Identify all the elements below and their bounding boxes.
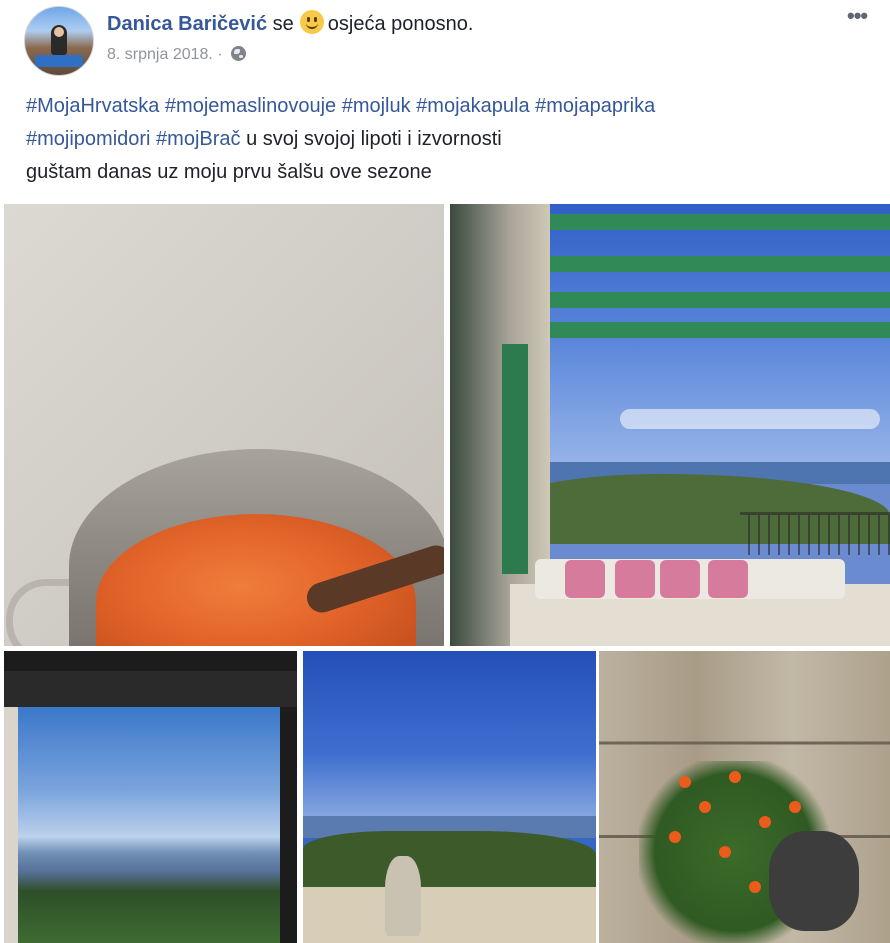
- feeling-prefix: se: [272, 13, 294, 35]
- photo-terrace[interactable]: [450, 204, 890, 646]
- author-name-link[interactable]: Danica Baričević: [107, 13, 267, 35]
- avatar-badge: [35, 55, 83, 67]
- hashtags-line-1[interactable]: #MojaHrvatska #mojemaslinovouje #mojluk …: [26, 95, 655, 117]
- photo-sky-stone[interactable]: [303, 651, 596, 943]
- post-meta: 8. srpnja 2018. ·: [107, 45, 247, 65]
- post-text-line-3: guštam danas uz moju prvu šalšu ove sezo…: [26, 161, 432, 183]
- meta-separator: ·: [217, 46, 223, 63]
- post-text-line-2: u svoj svojoj lipoti i izvornosti: [240, 128, 502, 150]
- photo-soup-pot[interactable]: [4, 204, 444, 646]
- post-title-line: Danica Baričević se osjeća ponosno.: [107, 10, 473, 36]
- feeling-text: osjeća ponosno.: [327, 13, 474, 35]
- avatar-face: [54, 27, 64, 37]
- photo-flowers[interactable]: [599, 651, 890, 943]
- post-header: Danica Baričević se osjeća ponosno. 8. sr…: [0, 0, 890, 80]
- globe-icon[interactable]: [231, 46, 247, 61]
- author-avatar[interactable]: [24, 6, 94, 76]
- more-options-icon[interactable]: •••: [847, 5, 868, 27]
- smiley-icon: [299, 10, 324, 34]
- post-date-link[interactable]: 8. srpnja 2018.: [107, 46, 213, 63]
- photo-window-view[interactable]: [4, 651, 297, 943]
- post-body: #MojaHrvatska #mojemaslinovouje #mojluk …: [26, 90, 876, 189]
- hashtags-line-2[interactable]: #mojipomidori #mojBrač: [26, 128, 241, 150]
